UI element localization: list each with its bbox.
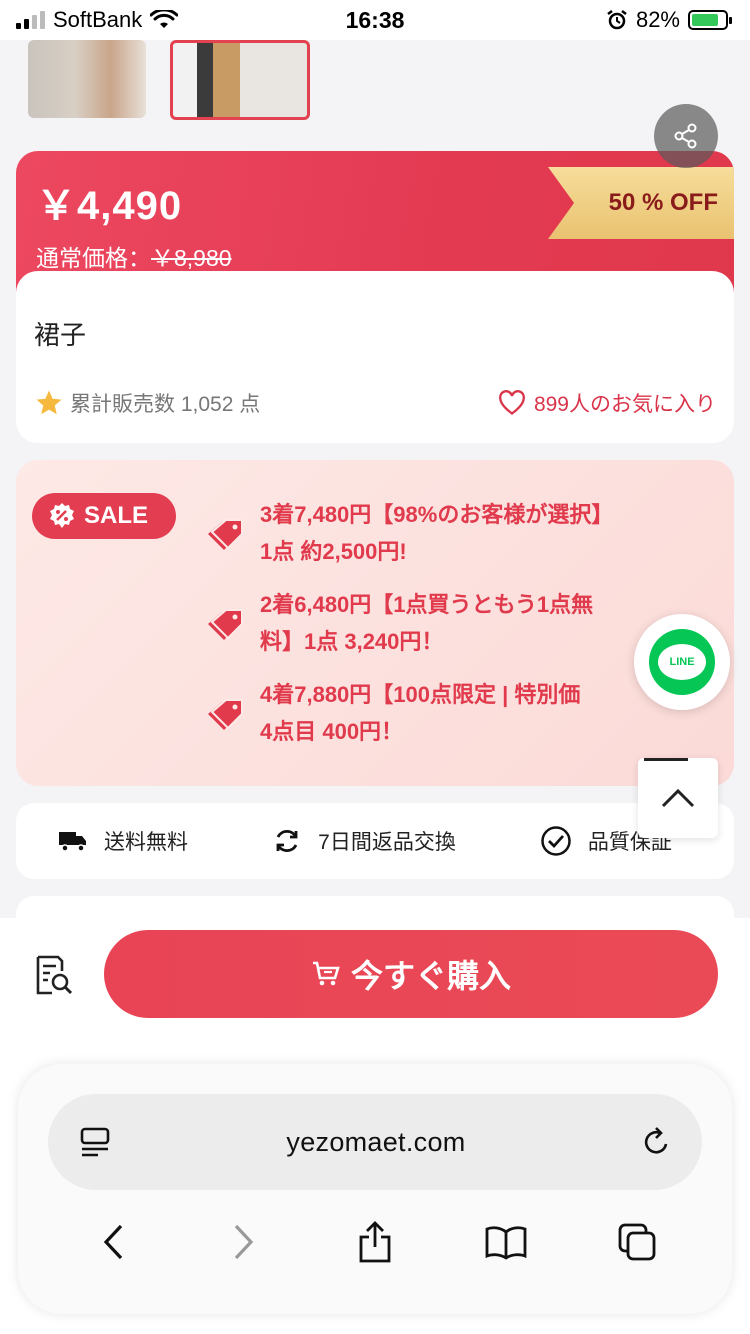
line-label: LINE <box>658 644 706 680</box>
cellular-signal-icon <box>16 11 45 29</box>
favorite-button[interactable]: 899人のお気に入り <box>498 388 716 418</box>
promotion-line: 3着7,480円【98%のお客様が選択】 <box>260 502 614 527</box>
heart-icon <box>499 390 525 415</box>
carrier-name: SoftBank <box>53 7 143 32</box>
promotion-item[interactable]: 2着6,480円【1点買うともう1点無 料】1点 3,240円！ <box>206 586 706 660</box>
price-tag-icon <box>208 609 243 640</box>
original-price: ￥8,980 <box>151 245 232 271</box>
tabs-button[interactable] <box>607 1212 667 1272</box>
chevron-right-icon <box>235 1224 254 1260</box>
promotion-line: 1点 約2,500円! <box>260 539 407 564</box>
chevron-up-icon <box>661 788 695 808</box>
battery-percent: 82% <box>635 7 680 32</box>
discount-percent-icon <box>50 503 74 528</box>
price-tag-icon <box>208 519 243 550</box>
check-circle-icon <box>541 826 571 856</box>
promotion-item[interactable]: 4着7,880円【100点限定 | 特別価 4点目 400円！ <box>206 676 706 750</box>
bookmarks-button[interactable] <box>476 1212 536 1272</box>
image-thumbnails <box>28 40 310 120</box>
original-price-label: 通常価格： <box>36 245 151 271</box>
refresh-icon <box>276 830 298 852</box>
discount-badge: 50 % OFF <box>548 167 734 239</box>
share-upload-icon <box>359 1221 391 1263</box>
alarm-icon <box>607 10 627 30</box>
buy-now-button[interactable]: 今すぐ購入 <box>104 930 718 1018</box>
scroll-to-top-button[interactable] <box>638 758 718 838</box>
service-label: 送料無料 <box>104 831 189 854</box>
service-label: 7日間返品交換 <box>318 831 456 854</box>
line-icon: LINE <box>649 629 715 695</box>
promotion-list: 3着7,480円【98%のお客様が選択】 1点 約2,500円! 2着6,480… <box>206 496 706 766</box>
promotion-line: 2着6,480円【1点買うともう1点無 <box>260 592 594 617</box>
tabs-icon <box>618 1223 655 1261</box>
product-info: 裙子 累計販売数 1,052 点 899人のお気に入り <box>16 271 734 443</box>
original-price-row: 通常価格：￥8,980 <box>36 239 734 273</box>
share-icon <box>674 123 697 149</box>
service-item: 送料無料 <box>58 826 188 856</box>
wifi-icon <box>150 10 179 28</box>
back-button[interactable] <box>83 1212 143 1272</box>
product-thumbnail-selected[interactable] <box>170 40 310 120</box>
status-bar: SoftBank 16:38 82% <box>0 0 750 40</box>
promotion-line: 料】1点 3,240円！ <box>260 629 444 654</box>
price-card: ￥4,490 通常価格：￥8,980 50 % OFF 裙子 累計販売数 1,0… <box>16 151 734 443</box>
book-icon <box>485 1226 527 1260</box>
sales-count-text: 累計販売数 1,052 点 <box>70 393 261 416</box>
share-page-button[interactable] <box>345 1212 405 1272</box>
browser-toolbar: yezomaet.com <box>0 1040 750 1334</box>
sale-promotions-card: SALE 3着7,480円【98%のお客様が選択】 1点 約2,500円! 2着… <box>16 460 734 786</box>
cart-icon <box>312 961 340 986</box>
sale-badge: SALE <box>32 493 176 539</box>
promotion-item[interactable]: 3着7,480円【98%のお客様が選択】 1点 約2,500円! <box>206 496 706 570</box>
service-guarantees: 送料無料 7日間返品交換 品質保証 <box>16 803 734 879</box>
favorites-count: 899人のお気に入り <box>533 393 716 416</box>
product-thumbnail[interactable] <box>28 40 146 118</box>
forward-button[interactable] <box>214 1212 274 1272</box>
price-tag-icon <box>208 699 243 730</box>
service-item: 7日間返品交換 <box>272 826 456 856</box>
promotion-line: 4点目 400円！ <box>260 719 404 744</box>
truck-icon <box>59 832 87 852</box>
page-menu-icon[interactable] <box>78 1125 112 1159</box>
line-chat-button[interactable]: LINE <box>634 614 730 710</box>
document-search-icon <box>36 955 73 995</box>
battery-icon <box>688 10 732 30</box>
sales-count: 累計販売数 1,052 点 <box>34 388 260 418</box>
share-button[interactable] <box>654 104 718 168</box>
chevron-left-icon <box>104 1224 123 1260</box>
reload-icon[interactable] <box>640 1125 674 1159</box>
product-name: 裙子 <box>34 320 87 350</box>
size-guide-button[interactable] <box>0 930 104 1020</box>
purchase-bar: 今すぐ購入 <box>0 918 750 1058</box>
address-bar[interactable]: yezomaet.com <box>48 1094 702 1190</box>
star-icon <box>36 390 62 415</box>
buy-now-label: 今すぐ購入 <box>350 958 511 994</box>
url-text: yezomaet.com <box>286 1126 466 1157</box>
sale-badge-label: SALE <box>84 502 149 529</box>
promotion-line: 4着7,880円【100点限定 | 特別価 <box>260 682 581 707</box>
